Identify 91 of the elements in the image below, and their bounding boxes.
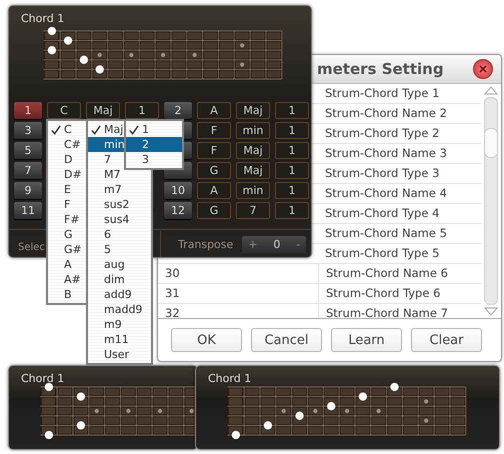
chord-number-button[interactable]: 2 bbox=[164, 102, 192, 119]
chord-type-field[interactable]: min bbox=[236, 182, 270, 199]
table-cell-text: Strum-Chord Type 1 bbox=[324, 85, 440, 102]
chord-number-button[interactable]: 12 bbox=[164, 202, 192, 219]
chord-root-field[interactable]: G bbox=[197, 202, 231, 219]
chord-root-field[interactable]: A bbox=[197, 102, 231, 119]
menu-item[interactable]: C# bbox=[48, 137, 86, 152]
menu-item[interactable]: C bbox=[48, 122, 86, 137]
table-cell-text: Strum-Chord Name 5 bbox=[324, 225, 448, 242]
dialog-button[interactable]: Learn bbox=[331, 328, 402, 352]
menu-item[interactable]: B bbox=[48, 287, 86, 302]
panel-title: Chord 1 bbox=[208, 372, 252, 385]
menu-item[interactable]: G bbox=[48, 227, 86, 242]
chord-type-field[interactable]: Maj bbox=[236, 142, 270, 159]
chord-number-button[interactable]: 7 bbox=[14, 162, 42, 179]
dialog-button[interactable]: Cancel bbox=[251, 328, 322, 352]
menu-item[interactable]: M7 bbox=[88, 167, 151, 182]
menu-item[interactable]: D# bbox=[48, 167, 86, 182]
menu-item[interactable]: aug bbox=[88, 257, 151, 272]
dialog-title: meters Setting bbox=[317, 60, 444, 78]
chord-type-field[interactable]: 7 bbox=[236, 202, 270, 219]
chord-count-field[interactable]: 1 bbox=[275, 182, 309, 199]
chord-number-button[interactable]: 3 bbox=[14, 122, 42, 139]
chord-number-button[interactable]: 10 bbox=[164, 182, 192, 199]
menu-item[interactable]: E bbox=[48, 182, 86, 197]
menu-item[interactable]: m11 bbox=[88, 332, 151, 347]
close-button[interactable] bbox=[473, 59, 493, 79]
chord-number-button[interactable]: 5 bbox=[14, 142, 42, 159]
chord-count-field[interactable]: 1 bbox=[125, 102, 159, 119]
dialog-button[interactable]: OK bbox=[171, 328, 242, 352]
table-cell: Strum-Chord Name 7 bbox=[318, 304, 481, 318]
table-cell: Strum-Chord Name 6 bbox=[318, 264, 481, 283]
scrollbar-thumb[interactable] bbox=[484, 128, 498, 158]
scrollbar-track[interactable] bbox=[484, 97, 498, 305]
table-cell-text: Strum-Chord Type 3 bbox=[324, 165, 440, 182]
menu-item[interactable]: sus4 bbox=[88, 212, 151, 227]
menu-item[interactable]: A# bbox=[48, 272, 86, 287]
chord-count-field[interactable]: 1 bbox=[275, 102, 309, 119]
menu-item[interactable]: 6 bbox=[88, 227, 151, 242]
chord-root-field[interactable]: F bbox=[197, 122, 231, 139]
chord-number-button[interactable]: 11 bbox=[14, 202, 42, 219]
menu-item[interactable]: 2 bbox=[126, 137, 182, 152]
menu-item[interactable]: F# bbox=[48, 212, 86, 227]
menu-item[interactable]: m9 bbox=[88, 317, 151, 332]
menu-item[interactable]: 1 bbox=[126, 122, 182, 137]
table-cell-text: Strum-Chord Type 4 bbox=[324, 205, 440, 222]
chord-root-field[interactable]: A bbox=[197, 182, 231, 199]
table-cell-text: Strum-Chord Type 5 bbox=[324, 245, 440, 262]
chord-count-field[interactable]: 1 bbox=[275, 122, 309, 139]
dialog-button[interactable]: Clear bbox=[411, 328, 482, 352]
chord-type-field[interactable]: Maj bbox=[86, 102, 120, 119]
chord-type-field[interactable]: min bbox=[236, 122, 270, 139]
table-cell-text: 30 bbox=[164, 265, 181, 282]
transpose-value: 0 bbox=[273, 238, 280, 250]
up-arrow-icon[interactable] bbox=[484, 86, 498, 95]
menu-item[interactable]: User bbox=[88, 347, 151, 362]
menu-item[interactable]: 3 bbox=[126, 152, 182, 167]
menu-item[interactable]: A bbox=[48, 257, 86, 272]
table-cell-text: Strum-Chord Name 4 bbox=[324, 185, 448, 202]
menu-item[interactable]: m7 bbox=[88, 182, 151, 197]
chord-type-field[interactable]: Maj bbox=[236, 102, 270, 119]
table-cell-text: Strum-Chord Type 2 bbox=[324, 125, 440, 142]
scrollbar[interactable] bbox=[481, 84, 501, 318]
panel-title: Chord 1 bbox=[21, 12, 64, 25]
chord-root-field[interactable]: F bbox=[197, 142, 231, 159]
menu-item[interactable]: sus2 bbox=[88, 197, 151, 212]
table-cell-text: 32 bbox=[164, 305, 181, 318]
chord-count-field[interactable]: 1 bbox=[275, 142, 309, 159]
select-label: Selec bbox=[18, 242, 45, 252]
menu-item[interactable]: madd9 bbox=[88, 302, 151, 317]
panel-title: Chord 1 bbox=[21, 372, 64, 385]
chord-number-button[interactable]: 9 bbox=[14, 182, 42, 199]
close-icon bbox=[479, 65, 487, 73]
transpose-label: Transpose bbox=[178, 238, 234, 250]
table-cell-text: Strum-Chord Name 3 bbox=[324, 145, 448, 162]
chord-root-field[interactable]: C bbox=[47, 102, 81, 119]
chord-root-field[interactable]: G bbox=[197, 162, 231, 179]
table-cell-text: Strum-Chord Name 2 bbox=[324, 105, 448, 122]
chord-type-field[interactable]: Maj bbox=[236, 162, 270, 179]
menu-item[interactable]: F bbox=[48, 197, 86, 212]
chord-count-field[interactable]: 1 bbox=[275, 202, 309, 219]
chord-number-button[interactable]: 1 bbox=[14, 102, 42, 119]
table-cell: Strum-Chord Type 6 bbox=[318, 284, 481, 303]
menu-item[interactable]: D bbox=[48, 152, 86, 167]
menu-item[interactable]: dim bbox=[88, 272, 151, 287]
chord-count-field[interactable]: 1 bbox=[275, 162, 309, 179]
down-arrow-icon[interactable] bbox=[484, 307, 498, 316]
menu-item[interactable]: add9 bbox=[88, 287, 151, 302]
table-cell-text: 31 bbox=[164, 285, 181, 302]
menu-item[interactable]: G# bbox=[48, 242, 86, 257]
menu-item[interactable]: 5 bbox=[88, 242, 151, 257]
